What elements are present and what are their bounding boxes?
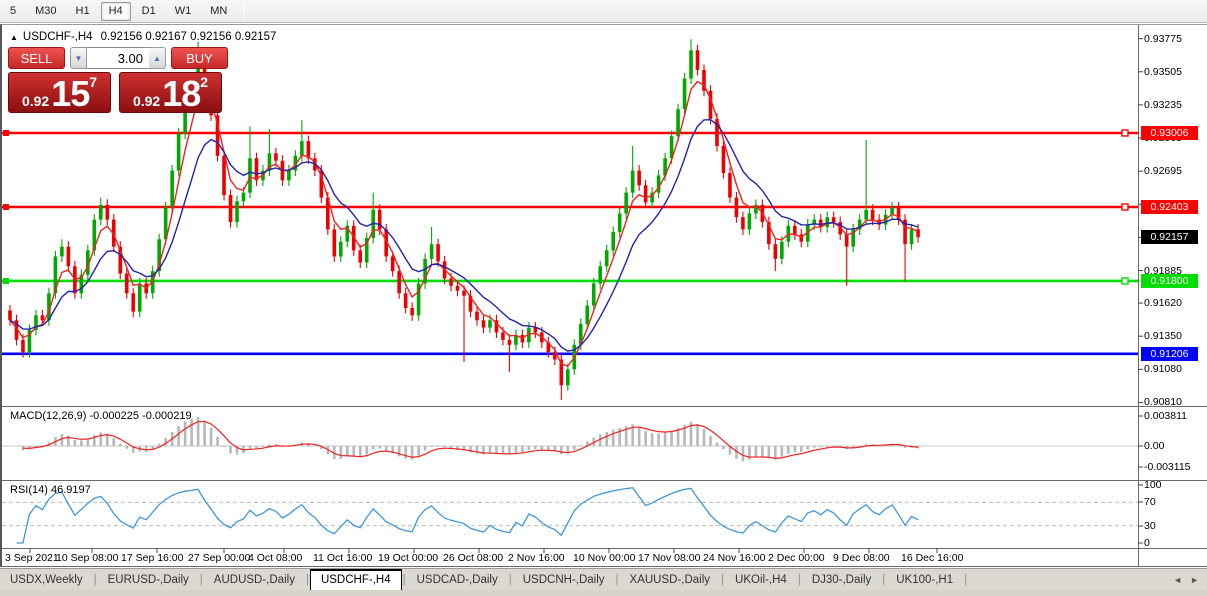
collapse-panel-icon[interactable]: ▲: [10, 33, 18, 42]
tab-scroll-right-button[interactable]: ►: [1190, 575, 1199, 585]
level-price-badge: 0.91206: [1141, 346, 1198, 361]
chart-header: ▲ USDCHF-,H4 0.92156 0.92167 0.92156 0.9…: [10, 31, 276, 43]
macd-indicator-header: MACD(12,26,9) -0.000225 -0.000219: [10, 410, 192, 422]
trading-terminal-window: 5 M30 H1 H4 D1 W1 MN ▲ USDCHF-,H4 0.92156 0.92…: [0, 0, 1207, 596]
timeframe-button-w1[interactable]: W1: [167, 2, 200, 21]
chart-tab-usdcnh-daily[interactable]: USDCNH-,Daily: [513, 569, 615, 591]
macd-axis-label: 0.003811: [1144, 410, 1188, 422]
price-axis-tick-label: 0.93235: [1144, 98, 1182, 111]
time-axis-label: 2 Nov 16:00: [508, 552, 565, 564]
buy-button[interactable]: BUY: [171, 47, 228, 69]
ask-price-pip-digit: 2: [200, 74, 209, 90]
price-axis-tick-label: 0.91080: [1144, 363, 1182, 376]
volume-increase-button[interactable]: ▲: [149, 47, 166, 69]
price-axis-tick-label: 0.90810: [1144, 396, 1182, 409]
chart-tab-usdcad-daily[interactable]: USDCAD-,Daily: [407, 569, 508, 591]
bid-price-big-digits: 15: [51, 73, 90, 114]
chart-tab-audusd-daily[interactable]: AUDUSD-,Daily: [204, 569, 305, 591]
bid-price-pip-digit: 7: [89, 74, 98, 90]
moving-average-lines: [9, 80, 919, 367]
macd-axis-label: -0.003115: [1144, 461, 1191, 473]
timeframe-button-mn[interactable]: MN: [202, 2, 235, 21]
chart-tab-bar: USDX,Weekly | EURUSD-,Daily | AUDUSD-,Daily |…: [0, 568, 1207, 591]
chart-tab-ukoil-h4[interactable]: UKOil-,H4: [725, 569, 797, 591]
timeframe-toolbar: 5 M30 H1 H4 D1 W1 MN: [0, 0, 1207, 23]
ask-price-prefix: 0.92: [132, 93, 161, 109]
time-axis-label: 3 Sep 2021: [5, 552, 59, 564]
rsi-axis-label: 30: [1144, 520, 1156, 532]
chevron-down-icon: ▼: [74, 53, 83, 63]
axis-tick-marks: [29, 38, 1143, 553]
volume-input[interactable]: [87, 47, 149, 69]
sell-button[interactable]: SELL: [8, 47, 65, 69]
price-axis-tick-label: 0.91350: [1144, 330, 1182, 343]
volume-decrease-button[interactable]: ▼: [70, 47, 87, 69]
price-axis-tick-label: 0.92695: [1144, 165, 1182, 178]
chart-tab-uk100-h1[interactable]: UK100-,H1: [886, 569, 963, 591]
time-axis-label: 4 Oct 08:00: [248, 552, 303, 564]
toolbar-separator: [244, 2, 246, 20]
timeframe-button-5[interactable]: 5: [2, 2, 24, 21]
rsi-axis-label: 70: [1144, 496, 1156, 508]
status-strip: [0, 590, 1207, 596]
time-axis-label: 11 Oct 16:00: [313, 552, 373, 564]
price-axis-tick-label: 0.93775: [1144, 32, 1182, 45]
horizontal-level-lines[interactable]: [2, 129, 1138, 356]
time-axis-label: 2 Dec 00:00: [768, 552, 825, 564]
timeframe-button-h4[interactable]: H4: [100, 1, 131, 21]
time-axis-label: 9 Dec 08:00: [833, 552, 890, 564]
ohlc-values: 0.92156 0.92167 0.92156 0.92157: [100, 31, 277, 43]
chart-tab-dj30-daily[interactable]: DJ30-,Daily: [802, 569, 881, 591]
chevron-up-icon: ▲: [153, 53, 161, 63]
chart-tab-usdchf-h4[interactable]: USDCHF-,H4: [309, 568, 402, 591]
time-axis-label: 16 Dec 16:00: [901, 552, 964, 564]
level-price-badge: 0.93006: [1141, 126, 1198, 140]
symbol-period-label: USDCHF-,H4: [22, 31, 93, 43]
macd-axis-label: 0.00: [1144, 440, 1165, 452]
timeframe-button-h1[interactable]: H1: [68, 2, 98, 21]
time-axis-label: 10 Nov 00:00: [573, 552, 636, 564]
ask-price-tile[interactable]: 0.92 18 2: [119, 72, 222, 113]
rsi-indicator-header: RSI(14) 46.9197: [10, 484, 91, 496]
time-axis-label: 24 Nov 16:00: [703, 552, 766, 564]
macd-pane: [2, 417, 1138, 462]
chart-tab-eurusd-daily[interactable]: EURUSD-,Daily: [98, 569, 199, 591]
current-price-badge: 0.92157: [1141, 230, 1198, 245]
chart-tab-usdx-weekly[interactable]: USDX,Weekly: [0, 569, 93, 591]
time-axis-label: 17 Nov 08:00: [638, 552, 701, 564]
timeframe-button-d1[interactable]: D1: [134, 2, 164, 21]
chart-tab-xauusd-daily[interactable]: XAUUSD-,Daily: [620, 569, 721, 591]
level-price-badge: 0.91800: [1141, 273, 1198, 288]
one-click-trade-panel: SELL ▼ ▲ BUY 0.92 15 7: [8, 47, 230, 113]
bid-price-tile[interactable]: 0.92 15 7: [8, 72, 111, 113]
time-axis-label: 27 Sep 00:00: [188, 552, 251, 564]
time-axis-label: 26 Oct 08:00: [443, 552, 504, 564]
ask-price-big-digits: 18: [162, 73, 201, 114]
bid-price-prefix: 0.92: [21, 93, 50, 109]
level-price-badge: 0.92403: [1141, 199, 1198, 214]
timeframe-button-m30[interactable]: M30: [27, 2, 64, 21]
tab-scroll-arrows: ◄ ►: [1173, 569, 1199, 591]
rsi-pane: [2, 487, 1138, 544]
price-axis-tick-label: 0.91620: [1144, 297, 1182, 310]
time-axis-label: 17 Sep 16:00: [121, 552, 184, 564]
chart-window: ▲ USDCHF-,H4 0.92156 0.92167 0.92156 0.9…: [0, 24, 1207, 567]
rsi-axis-label: 100: [1144, 479, 1162, 491]
tab-scroll-left-button[interactable]: ◄: [1173, 575, 1182, 585]
rsi-axis-label: 0: [1144, 537, 1150, 549]
time-axis-label: 19 Oct 00:00: [378, 552, 439, 564]
price-axis-tick-label: 0.93505: [1144, 65, 1182, 78]
time-axis-label: 10 Sep 08:00: [56, 552, 119, 564]
tab-separator: |: [964, 573, 968, 586]
